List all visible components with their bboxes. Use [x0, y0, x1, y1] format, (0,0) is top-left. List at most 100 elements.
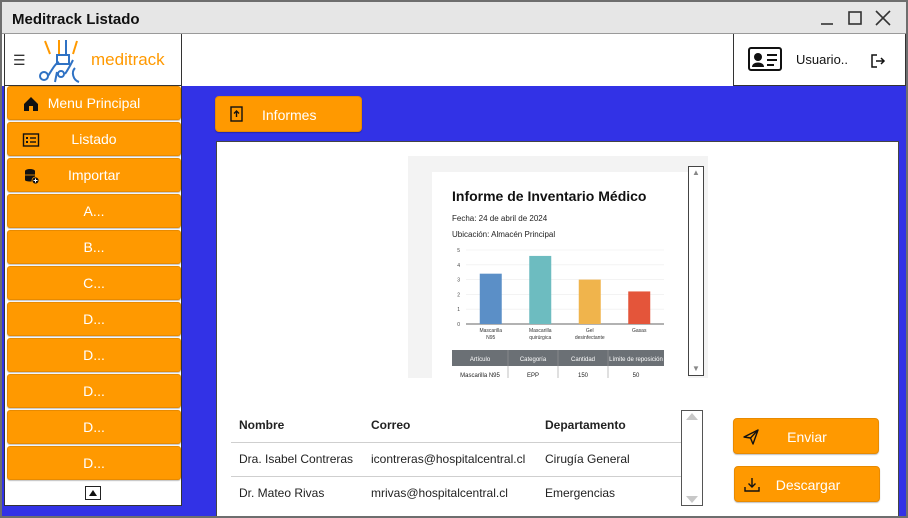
brand-name: meditrack: [91, 50, 165, 69]
report-title: Informe de Inventario Médico: [452, 188, 647, 204]
cell-departamento: Cirugía General: [545, 452, 630, 466]
sidebar-item-label: D...: [83, 383, 105, 399]
chart-x-tick-label: Mascarilla: [529, 328, 552, 334]
table-header-correo[interactable]: Correo: [371, 418, 410, 432]
hamburger-menu-icon[interactable]: ☰: [13, 52, 26, 69]
sidebar-item-listado[interactable]: Listado: [7, 122, 181, 156]
sidebar-item-d[interactable]: D...: [7, 446, 181, 480]
cell-correo: icontreras@hospitalcentral.cl: [371, 452, 526, 466]
chart-y-tick-label: 3: [457, 278, 460, 284]
send-label: Enviar: [787, 429, 827, 445]
chart-bar: [578, 279, 601, 324]
sidebar-item-label: Listado: [71, 131, 117, 147]
user-name[interactable]: Usuario..: [796, 52, 848, 67]
report-table-cell: EPP: [527, 373, 539, 378]
sidebar-item-c[interactable]: C...: [7, 266, 181, 300]
sidebar-item-label: Menu Principal: [47, 95, 141, 111]
contacts-table: Nombre Correo Departamento Dra. Isabel C…: [231, 404, 683, 514]
sidebar-item-label: Importar: [67, 167, 121, 183]
sidebar-item-menu-principal[interactable]: Menu Principal: [7, 86, 181, 120]
report-table-cell: Mascarilla N95: [460, 373, 500, 378]
table-header-nombre[interactable]: Nombre: [239, 418, 284, 432]
content-panel: Informe de Inventario Médico Fecha: 24 d…: [216, 141, 899, 516]
sidebar-item-label: A...: [83, 203, 105, 219]
report-date: Fecha: 24 de abril de 2024: [452, 214, 548, 223]
title-bar: Meditrack Listado: [2, 2, 906, 34]
send-button[interactable]: Enviar: [733, 418, 879, 454]
home-icon: [24, 97, 38, 111]
meditrack-logo-icon: [39, 40, 80, 83]
download-label: Descargar: [775, 477, 841, 493]
user-area: Usuario..: [733, 34, 906, 86]
app-window: Meditrack Listado ☰ meditrack Usuario.. …: [0, 0, 908, 518]
informes-button[interactable]: Informes: [215, 96, 362, 132]
report-table-header: Cantidad: [571, 357, 595, 363]
table-divider: [231, 476, 683, 477]
window-title: Meditrack Listado: [12, 11, 140, 28]
sidebar-item-b[interactable]: B...: [7, 230, 181, 264]
chart-x-tick-label: desinfectante: [575, 335, 605, 341]
scroll-down-icon[interactable]: [686, 496, 698, 503]
sidebar-item-d[interactable]: D...: [7, 338, 181, 372]
scroll-up-icon[interactable]: ▲: [692, 169, 700, 177]
report-table-cell: 50: [633, 373, 640, 378]
minimize-button[interactable]: [816, 7, 838, 29]
report-preview: Informe de Inventario Médico Fecha: 24 d…: [408, 156, 708, 378]
minimize-icon: [821, 23, 833, 25]
sidebar-item-d[interactable]: D...: [7, 410, 181, 444]
sidebar: Menu Principal Listado Importar A... B..…: [4, 86, 182, 506]
table-header-departamento[interactable]: Departamento: [545, 418, 626, 432]
sidebar-item-label: D...: [83, 455, 105, 471]
cell-nombre: Dr. Mateo Rivas: [239, 486, 325, 500]
sidebar-scroll-up-button[interactable]: [85, 486, 101, 500]
chart-x-tick-label: Mascarilla: [479, 328, 502, 334]
chart-bar: [479, 273, 502, 324]
logout-icon[interactable]: [870, 53, 886, 69]
triangle-up-icon: [89, 490, 97, 496]
report-file-icon: [230, 106, 243, 122]
report-scrollbar[interactable]: ▲ ▼: [688, 166, 704, 376]
top-bar: ☰ meditrack Usuario..: [2, 34, 906, 86]
sidebar-item-label: D...: [83, 347, 105, 363]
report-table: Artículo Categoría Cantidad Límite de repos…: [452, 350, 664, 378]
chart-bar: [628, 291, 651, 324]
close-button[interactable]: [872, 7, 894, 29]
sidebar-item-label: C...: [83, 275, 105, 291]
chart-x-tick-label: Gel: [586, 328, 594, 334]
maximize-button[interactable]: [844, 7, 866, 29]
sidebar-item-label: D...: [83, 419, 105, 435]
scroll-up-icon[interactable]: [686, 413, 698, 420]
report-table-header: Categoría: [520, 357, 547, 363]
informes-label: Informes: [262, 107, 317, 123]
chart-x-tick-label: Gasas: [632, 328, 647, 334]
maximize-icon: [848, 11, 862, 25]
sidebar-item-label: B...: [83, 239, 105, 255]
report-location: Ubicación: Almacén Principal: [452, 230, 556, 239]
chart-y-tick-label: 0: [457, 322, 460, 328]
sidebar-item-d[interactable]: D...: [7, 302, 181, 336]
list-icon: [22, 133, 40, 147]
sidebar-item-a[interactable]: A...: [7, 194, 181, 228]
download-button[interactable]: Descargar: [734, 466, 880, 502]
sidebar-item-importar[interactable]: Importar: [7, 158, 181, 192]
scroll-down-icon[interactable]: ▼: [692, 365, 700, 373]
cell-departamento: Emergencias: [545, 486, 616, 500]
cell-correo: mrivas@hospitalcentral.cl: [371, 486, 508, 500]
chart-bar: [529, 255, 552, 324]
inventory-bar-chart: 012345MascarillaN95MascarillaquirúrgicaG…: [457, 248, 664, 341]
sidebar-item-label: D...: [83, 311, 105, 327]
chart-y-tick-label: 5: [457, 248, 460, 254]
database-add-icon: [25, 169, 40, 185]
table-scrollbar[interactable]: [681, 410, 703, 506]
sidebar-item-d[interactable]: D...: [7, 374, 181, 408]
chart-x-tick-label: N95: [486, 335, 495, 341]
table-divider: [231, 442, 683, 443]
report-table-header: Artículo: [470, 357, 491, 363]
report-table-header: Límite de reposición: [609, 357, 663, 363]
report-page: Informe de Inventario Médico Fecha: 24 d…: [432, 172, 688, 378]
chart-x-tick-label: quirúrgica: [529, 335, 551, 341]
id-card-icon[interactable]: [748, 47, 782, 71]
chart-y-tick-label: 1: [457, 307, 460, 313]
chart-y-tick-label: 4: [457, 263, 460, 269]
logo-area: ☰ meditrack: [4, 34, 182, 86]
